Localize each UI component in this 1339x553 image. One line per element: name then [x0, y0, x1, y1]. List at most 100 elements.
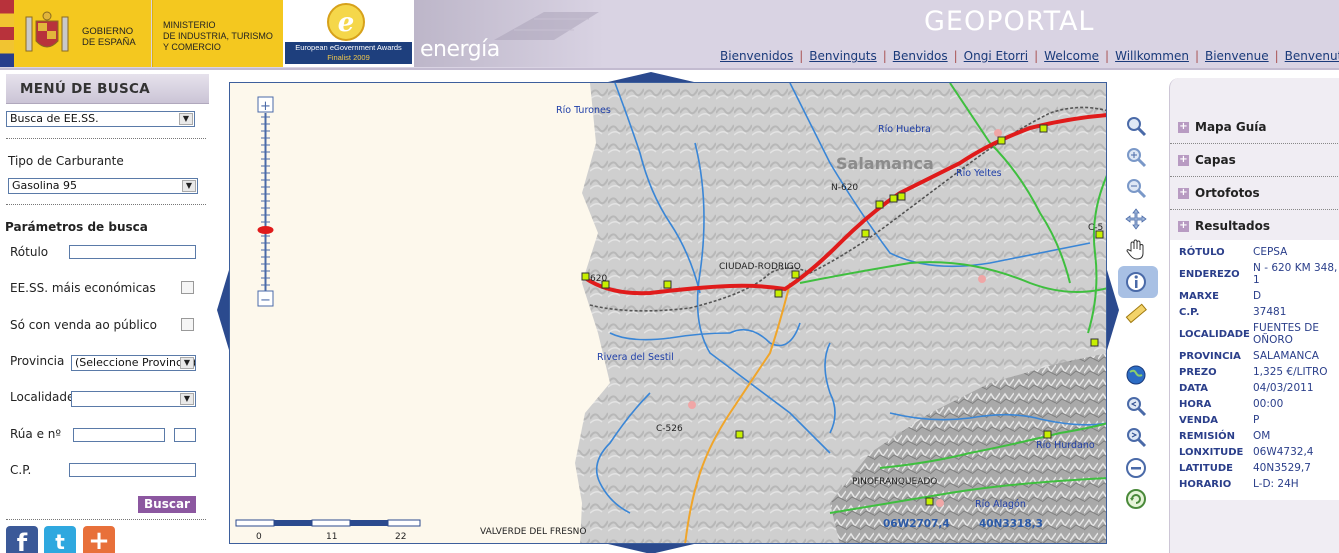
result-value: SALAMANCA [1253, 350, 1319, 362]
gobierno-logo-block[interactable]: GOBIERNO DE ESPAÑA [14, 0, 151, 67]
map-canvas[interactable]: Río Turones Río Huebra Salamanca N-620 R… [230, 83, 1107, 544]
egov-award-e-icon: e [327, 3, 365, 41]
result-value: 1,325 €/LITRO [1253, 366, 1328, 378]
province-select[interactable]: (Seleccione Provincia) ▼ [71, 355, 196, 371]
pan-south-arrow[interactable] [608, 544, 694, 553]
expand-plus-icon[interactable]: + [1178, 122, 1189, 133]
facebook-icon[interactable]: f [6, 526, 38, 553]
gov-line1: GOBIERNO [82, 26, 134, 37]
language-links: Bienvenidos | Benvinguts | Benvidos | Ongi Eto… [720, 49, 1339, 63]
refresh-icon[interactable] [1124, 456, 1148, 480]
expand-plus-icon[interactable]: + [1178, 155, 1189, 166]
solar-panel-icon [494, 12, 599, 40]
scale-tick-22: 22 [395, 532, 406, 542]
info-icon[interactable] [1124, 270, 1148, 294]
rotulo-label: Rótulo [10, 245, 49, 259]
measure-ruler-icon[interactable] [1124, 301, 1148, 325]
coord-latitude: 40N3318,3 [979, 518, 1043, 530]
pan-north-arrow[interactable] [608, 72, 694, 82]
zoom-next-icon[interactable] [1124, 425, 1148, 449]
locality-select[interactable]: ▼ [71, 391, 196, 407]
zoom-out-icon[interactable]: − [260, 293, 271, 308]
twitter-icon[interactable]: t [44, 526, 76, 553]
zoom-prev-icon[interactable] [1124, 394, 1148, 418]
result-key: LONXITUDE [1179, 447, 1244, 458]
results-table: RÓTULO CEPSA ENDEREZO N - 620 KM 348, 1 MARX… [1170, 240, 1339, 500]
zoom-slider-handle[interactable] [257, 226, 274, 234]
result-key: VENDA [1179, 415, 1218, 426]
scale-tick-11: 11 [326, 532, 337, 542]
zoom-in-icon[interactable] [1124, 145, 1148, 169]
globe-icon[interactable] [1124, 363, 1148, 387]
divider [6, 138, 206, 139]
reload-icon[interactable] [1124, 487, 1148, 511]
ministry-logo-block[interactable]: MINISTERIO DE INDUSTRIA, TURISMO Y COMER… [152, 0, 283, 67]
language-link[interactable]: Benvidos [893, 49, 948, 63]
egov-award-badge[interactable]: e European eGovernment Awards Finalist 2… [283, 0, 414, 67]
public-sale-label: Só con venda ao público [10, 318, 157, 332]
map-toolbar [1118, 82, 1158, 544]
language-link[interactable]: Welcome [1044, 49, 1099, 63]
section-mapa-guia[interactable]: + Mapa Guía [1170, 111, 1339, 144]
language-separator: | [1194, 49, 1199, 63]
energia-banner: energía [414, 0, 604, 67]
map-viewport[interactable]: Río Turones Río Huebra Salamanca N-620 R… [229, 82, 1107, 544]
fuel-type-select[interactable]: Gasolina 95 ▼ [8, 178, 198, 194]
rotulo-input[interactable] [69, 245, 196, 259]
result-key: RÓTULO [1179, 247, 1225, 258]
addthis-share-icon[interactable]: + [83, 526, 115, 553]
award-title: European eGovernment Awards [295, 43, 402, 52]
pan-west-arrow[interactable] [217, 270, 229, 350]
divider [6, 204, 206, 205]
expand-plus-icon[interactable]: + [1178, 188, 1189, 199]
result-value: CEPSA [1253, 246, 1288, 258]
search-type-select[interactable]: Busca de EE.SS. ▼ [6, 111, 195, 127]
award-subtitle: Finalist 2009 [327, 53, 370, 62]
coat-of-arms-icon [25, 11, 69, 52]
section-label: Mapa Guía [1195, 120, 1267, 134]
zoom-all-icon[interactable] [1124, 114, 1148, 138]
chevron-down-icon: ▼ [182, 180, 196, 192]
zoom-in-icon[interactable]: + [260, 99, 271, 114]
language-link[interactable]: Benvinguts [809, 49, 876, 63]
pan-move-icon[interactable] [1124, 207, 1148, 231]
section-capas[interactable]: + Capas [1170, 144, 1339, 177]
map-label-n620-short: 620 [590, 274, 607, 284]
language-link[interactable]: Bienvenidos [720, 49, 793, 63]
site-title: GEOPORTAL [924, 6, 1095, 37]
result-value: 06W4732,4 [1253, 446, 1314, 458]
map-label-c5: C-5 [1088, 223, 1103, 233]
language-link[interactable]: Willkommen [1115, 49, 1189, 63]
map-label-valverde: VALVERDE DEL FRESNO [480, 527, 586, 537]
map-label-rio-turones: Río Turones [556, 105, 611, 116]
language-separator: | [1105, 49, 1110, 63]
map-label-rio-alagon: Río Alagón [975, 499, 1026, 510]
search-button[interactable]: Buscar [138, 496, 196, 513]
street-input[interactable] [73, 428, 165, 442]
result-key: HORARIO [1179, 479, 1232, 490]
language-link[interactable]: Bienvenue [1205, 49, 1269, 63]
language-link[interactable]: Benvenuto [1285, 49, 1339, 63]
public-sale-checkbox[interactable] [181, 318, 194, 331]
section-resultados[interactable]: + Resultados [1170, 210, 1339, 243]
scale-tick-0: 0 [256, 532, 262, 542]
street-number-input[interactable] [174, 428, 196, 442]
section-ortofotos[interactable]: + Ortofotos [1170, 177, 1339, 210]
map-label-rio-hurdano: Río Hurdano [1036, 440, 1095, 451]
language-link[interactable]: Ongi Etorri [964, 49, 1028, 63]
section-label: Ortofotos [1195, 186, 1260, 200]
menu-title: MENÚ DE BUSCA [20, 81, 150, 97]
result-key: MARXE [1179, 291, 1219, 302]
result-value: OM [1253, 430, 1271, 442]
cp-input[interactable] [69, 463, 196, 477]
zoom-out-icon[interactable] [1124, 176, 1148, 200]
result-value: N - 620 KM 348, 1 [1253, 262, 1338, 286]
svg-text:e: e [338, 8, 355, 38]
fuel-type-label: Tipo de Carburante [8, 154, 124, 168]
hand-icon[interactable] [1124, 238, 1148, 262]
gov-line2: DE ESPAÑA [82, 37, 136, 48]
menu-title-bar: MENÚ DE BUSCA [6, 74, 209, 104]
cheapest-checkbox[interactable] [181, 281, 194, 294]
expand-plus-icon[interactable]: + [1178, 221, 1189, 232]
result-key: LATITUDE [1179, 463, 1233, 474]
